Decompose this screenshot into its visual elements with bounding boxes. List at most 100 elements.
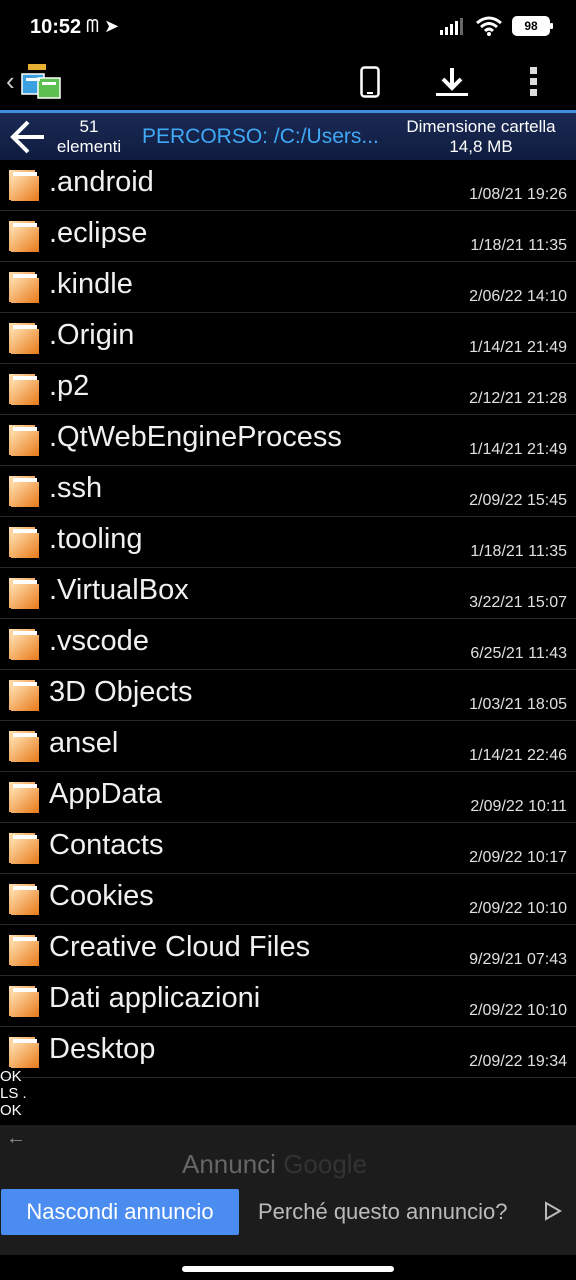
overlay-text: OK LS . OK <box>0 1068 27 1119</box>
phone-icon <box>360 66 380 98</box>
file-name: ansel <box>49 727 119 759</box>
download-icon <box>436 68 468 96</box>
file-date: 1/08/21 19:26 <box>469 186 567 203</box>
file-date: 2/09/22 15:45 <box>469 492 567 509</box>
file-row[interactable]: ansel 1/14/21 22:46 <box>0 721 576 772</box>
folder-icon <box>9 578 39 609</box>
file-name: .ssh <box>49 472 103 504</box>
file-row[interactable]: Dati applicazioni 2/09/22 10:10 <box>0 976 576 1027</box>
system-icons: 98 <box>440 16 553 36</box>
folder-icon <box>9 935 39 966</box>
toolbar: ‹ <box>0 56 576 110</box>
folder-size-label: Dimensione cartella <box>406 117 556 136</box>
battery-icon: 98 <box>512 16 553 36</box>
file-name: Contacts <box>49 829 164 861</box>
overlay-text-line: OK <box>0 1102 22 1119</box>
file-date: 2/12/21 21:28 <box>469 390 567 407</box>
file-date: 6/25/21 11:43 <box>470 645 567 662</box>
folder-icon <box>9 374 39 405</box>
chevron-left-icon[interactable]: ‹ <box>6 66 15 97</box>
file-name: .VirtualBox <box>49 574 189 606</box>
status-time: 10:52 <box>30 16 82 38</box>
app-logo-icon[interactable] <box>18 62 64 102</box>
hide-ad-button[interactable]: Nascondi annuncio <box>1 1189 239 1235</box>
file-name: .QtWebEngineProcess <box>49 421 342 453</box>
signal-icon <box>440 18 463 35</box>
file-list: .android 1/08/21 19:26 .eclipse 1/18/21 11:… <box>0 160 576 1078</box>
file-date: 2/06/22 14:10 <box>469 288 567 305</box>
more-options-button[interactable] <box>514 62 554 102</box>
phone-button[interactable] <box>350 62 390 102</box>
back-arrow-icon[interactable] <box>8 119 48 155</box>
file-date: 1/18/21 11:35 <box>470 237 567 254</box>
folder-icon <box>9 221 39 252</box>
file-date: 1/03/21 18:05 <box>469 696 567 713</box>
file-row[interactable]: .tooling 1/18/21 11:35 <box>0 517 576 568</box>
file-date: 1/14/21 21:49 <box>469 339 567 356</box>
folder-icon <box>9 629 39 660</box>
file-date: 2/09/22 10:10 <box>469 1002 567 1019</box>
status-bar: 10:52 ᗰ ➤ 98 <box>0 0 576 56</box>
file-date: 1/14/21 22:46 <box>469 747 567 764</box>
folder-size: Dimensione cartella 14,8 MB <box>396 117 566 157</box>
folder-icon <box>9 680 39 711</box>
file-row[interactable]: 3D Objects 1/03/21 18:05 <box>0 670 576 721</box>
ad-label-text: Annunci <box>182 1149 276 1179</box>
file-date: 3/22/21 15:07 <box>469 594 567 611</box>
file-date: 2/09/22 10:17 <box>469 849 567 866</box>
current-path[interactable]: PERCORSO: /C:/Users... <box>142 125 379 149</box>
file-date: 1/14/21 21:49 <box>469 441 567 458</box>
ad-back-icon[interactable]: ← <box>6 1127 26 1150</box>
item-count-label: elementi <box>56 137 122 156</box>
file-row[interactable]: Desktop 2/09/22 19:34 <box>0 1027 576 1078</box>
file-name: Cookies <box>49 880 154 912</box>
file-name: AppData <box>49 778 162 810</box>
file-row[interactable]: .android 1/08/21 19:26 <box>0 160 576 211</box>
file-name: 3D Objects <box>49 676 193 708</box>
file-name: .p2 <box>49 370 90 402</box>
file-row[interactable]: .ssh 2/09/22 15:45 <box>0 466 576 517</box>
file-date: 9/29/21 07:43 <box>469 951 567 968</box>
file-name: .vscode <box>49 625 149 657</box>
file-date: 2/09/22 19:34 <box>469 1053 567 1070</box>
folder-icon <box>9 986 39 1017</box>
why-this-ad-link[interactable]: Perché questo annuncio? <box>258 1199 508 1225</box>
ad-choices-icon[interactable] <box>544 1201 562 1221</box>
item-count-number: 51 <box>79 117 99 136</box>
download-button[interactable] <box>432 62 472 102</box>
file-row[interactable]: .kindle 2/06/22 14:10 <box>0 262 576 313</box>
file-row[interactable]: Contacts 2/09/22 10:17 <box>0 823 576 874</box>
file-row[interactable]: .vscode 6/25/21 11:43 <box>0 619 576 670</box>
file-row[interactable]: .p2 2/12/21 21:28 <box>0 364 576 415</box>
file-name: Desktop <box>49 1033 156 1065</box>
file-name: Creative Cloud Files <box>49 931 311 963</box>
folder-icon <box>9 476 39 507</box>
folder-icon <box>9 323 39 354</box>
folder-header: 51 elementi PERCORSO: /C:/Users... Dimen… <box>0 110 576 160</box>
file-name: .Origin <box>49 319 135 351</box>
more-icon <box>530 67 537 96</box>
overlay-text-line: LS . <box>0 1085 27 1102</box>
file-row[interactable]: .QtWebEngineProcess 1/14/21 21:49 <box>0 415 576 466</box>
folder-icon <box>9 884 39 915</box>
folder-icon <box>9 425 39 456</box>
file-date: 1/18/21 11:35 <box>470 543 567 560</box>
folder-icon <box>9 1037 39 1068</box>
item-count: 51 elementi <box>52 117 126 157</box>
file-row[interactable]: Creative Cloud Files 9/29/21 07:43 <box>0 925 576 976</box>
ad-banner: ← Annunci Google Nascondi annuncio Perch… <box>0 1125 576 1255</box>
folder-icon <box>9 731 39 762</box>
file-row[interactable]: .VirtualBox 3/22/21 15:07 <box>0 568 576 619</box>
wifi-icon <box>476 16 502 36</box>
file-row[interactable]: AppData 2/09/22 10:11 <box>0 772 576 823</box>
file-row[interactable]: .Origin 1/14/21 21:49 <box>0 313 576 364</box>
folder-icon <box>9 782 39 813</box>
notification-icons: ᗰ ➤ <box>86 16 120 36</box>
file-row[interactable]: .eclipse 1/18/21 11:35 <box>0 211 576 262</box>
file-name: .kindle <box>49 268 133 300</box>
folder-icon <box>9 527 39 558</box>
file-row[interactable]: Cookies 2/09/22 10:10 <box>0 874 576 925</box>
ad-label: Annunci Google <box>182 1149 367 1180</box>
gesture-bar[interactable] <box>182 1266 394 1272</box>
folder-size-value: 14,8 MB <box>449 137 513 156</box>
